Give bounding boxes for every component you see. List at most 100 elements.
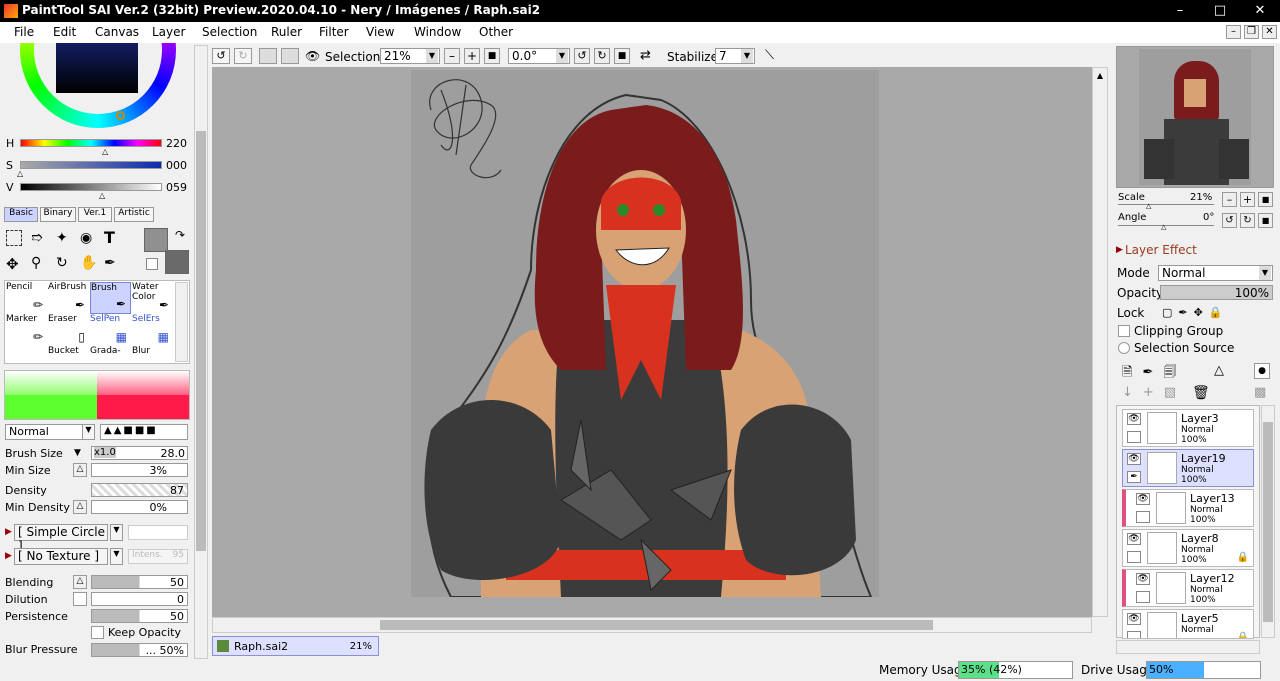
tab-basic[interactable]: Basic bbox=[4, 207, 38, 222]
brush-size-slider[interactable]: x1.0 28.0 bbox=[91, 446, 188, 460]
texture-chevron-down-icon[interactable]: ▼ bbox=[110, 548, 123, 565]
sv-square[interactable] bbox=[56, 43, 138, 93]
visibility-eye-icon[interactable]: 👁 bbox=[1127, 413, 1141, 425]
layer-opacity-slider[interactable]: 100% bbox=[1160, 285, 1273, 300]
paint-target-icon[interactable]: ✒ bbox=[1127, 471, 1141, 483]
shape-tool-icon[interactable]: ◉ bbox=[80, 230, 96, 246]
saturation-slider[interactable] bbox=[20, 161, 162, 169]
marker-tool[interactable]: Marker ✏ bbox=[6, 314, 47, 346]
left-panel-scrollbar[interactable] bbox=[194, 45, 208, 659]
layer-mask-icon[interactable]: ● bbox=[1254, 363, 1270, 379]
color-wheel[interactable] bbox=[20, 43, 176, 128]
hue-slider[interactable] bbox=[20, 139, 162, 147]
mdi-close-button[interactable]: ✕ bbox=[1262, 25, 1277, 39]
layer-row-layer8[interactable]: 👁 Layer8 Normal 100% 🔒 bbox=[1122, 529, 1254, 567]
zoom-select[interactable]: 21% ▼ bbox=[380, 48, 440, 64]
pressure-icon[interactable]: △ bbox=[73, 463, 87, 477]
brush-tool[interactable]: Brush ✒ bbox=[90, 282, 131, 314]
rotate-reset-button[interactable]: ■ bbox=[614, 48, 630, 64]
transparent-color-icon[interactable] bbox=[146, 258, 158, 270]
lock-icons[interactable]: ▢✒✥🔒 bbox=[1162, 306, 1229, 319]
pencil-tool[interactable]: Pencil ✏ bbox=[6, 282, 47, 314]
expand-shape-icon[interactable]: ▶ bbox=[5, 527, 12, 537]
layer-lock-checkbox[interactable] bbox=[1127, 431, 1141, 443]
brush-shape-select[interactable]: [ Simple Circle ] bbox=[14, 524, 108, 553]
rect-select-icon[interactable] bbox=[6, 230, 22, 246]
blending-pressure-icon[interactable]: △ bbox=[73, 575, 87, 589]
tab-ver1[interactable]: Ver.1 bbox=[78, 207, 112, 222]
layer-action-icons[interactable]: 🗎✒🗐 bbox=[1122, 363, 1186, 385]
density-pressure-icon[interactable]: △ bbox=[73, 500, 87, 514]
scale-slider-handle[interactable]: △ bbox=[1146, 202, 1151, 210]
chevron-down-icon[interactable]: ▼ bbox=[82, 424, 95, 440]
stabilizer-select[interactable]: 7 ▼ bbox=[715, 48, 755, 64]
menu-filter[interactable]: Filter bbox=[319, 25, 349, 39]
layer-effect-label[interactable]: Layer Effect bbox=[1125, 243, 1197, 257]
menu-window[interactable]: Window bbox=[414, 25, 461, 39]
layer-row-layer19[interactable]: 👁 ✒ Layer19 Normal 100% bbox=[1122, 449, 1254, 487]
move-icon[interactable]: ✥ bbox=[6, 255, 22, 273]
s-value[interactable]: 000 bbox=[166, 159, 187, 172]
magic-wand-icon[interactable]: ✦ bbox=[56, 230, 72, 246]
minimize-button[interactable]: – bbox=[1160, 0, 1200, 22]
hue-slider-handle[interactable]: △ bbox=[102, 147, 108, 156]
value-slider-handle[interactable]: △ bbox=[99, 191, 105, 200]
flip-horizontal-icon[interactable]: ⇄ bbox=[640, 48, 651, 63]
zoom-reset-button[interactable]: ■ bbox=[484, 48, 500, 64]
scale-slider[interactable] bbox=[1118, 204, 1214, 205]
invert-selection-button[interactable] bbox=[281, 48, 299, 64]
menu-edit[interactable]: Edit bbox=[53, 25, 76, 39]
mdi-minimize-button[interactable]: – bbox=[1226, 25, 1241, 39]
dilution-slider[interactable]: 0 bbox=[91, 592, 188, 606]
visibility-eye-icon[interactable]: 👁 bbox=[1127, 613, 1141, 625]
shape-strength-field[interactable] bbox=[128, 525, 188, 540]
selection-source-radio[interactable] bbox=[1118, 342, 1130, 354]
tab-artistic[interactable]: Artistic bbox=[114, 207, 154, 222]
visibility-eye-icon[interactable]: 👁 bbox=[1136, 493, 1150, 505]
navigator-preview[interactable] bbox=[1116, 46, 1274, 188]
clipping-group-checkbox[interactable] bbox=[1118, 325, 1130, 337]
eyedropper-icon[interactable]: ✒ bbox=[104, 255, 120, 271]
selers-tool[interactable]: SelErs ▦ bbox=[132, 314, 173, 346]
layer-lock-checkbox[interactable] bbox=[1136, 511, 1150, 523]
layer-list-hscrollbar[interactable] bbox=[1116, 640, 1260, 654]
document-tab[interactable]: Raph.sai2 21% bbox=[212, 636, 379, 656]
canvas-viewport[interactable] bbox=[212, 67, 1092, 617]
menu-layer[interactable]: Layer bbox=[152, 25, 185, 39]
keep-opacity-checkbox[interactable] bbox=[91, 626, 104, 639]
selpen-tool[interactable]: SelPen ▦ bbox=[90, 314, 131, 346]
menu-view[interactable]: View bbox=[366, 25, 394, 39]
foreground-color-swatch[interactable] bbox=[144, 228, 168, 252]
zoom-icon[interactable]: ⚲ bbox=[31, 255, 47, 271]
menu-file[interactable]: File bbox=[14, 25, 34, 39]
size-dropdown-icon[interactable]: ▼ bbox=[74, 448, 81, 458]
layer-row-layer13[interactable]: 👁 Layer13 Normal 100% bbox=[1122, 489, 1254, 527]
layer-lock-checkbox[interactable] bbox=[1127, 551, 1141, 563]
layer-row-layer3[interactable]: 👁 Layer3 Normal 100% bbox=[1122, 409, 1254, 447]
text-tool-icon[interactable]: T bbox=[104, 228, 120, 247]
canvas-document[interactable] bbox=[411, 70, 879, 598]
rotate-left-button[interactable]: ↺ bbox=[574, 48, 590, 64]
rotate-icon[interactable]: ↻ bbox=[56, 255, 72, 271]
undo-button[interactable]: ↺ bbox=[212, 48, 230, 64]
layer-mode-select[interactable]: Normal ▼ bbox=[1158, 265, 1273, 281]
nav-zoom-reset-button[interactable]: ■ bbox=[1258, 192, 1273, 207]
expand-layer-effect-icon[interactable]: ▶ bbox=[1116, 245, 1123, 255]
airbrush-tool[interactable]: AirBrush ✒ bbox=[48, 282, 89, 314]
watercolor-tool[interactable]: Water Color ✒ bbox=[132, 282, 173, 314]
new-vector-layer-icon[interactable]: △ bbox=[1214, 363, 1224, 378]
background-color-swatch[interactable] bbox=[165, 250, 189, 274]
tool-grid-scrollbar[interactable] bbox=[175, 282, 188, 362]
visibility-eye-icon[interactable]: 👁 bbox=[1136, 573, 1150, 585]
layer-row-layer5[interactable]: 👁 Layer5 Normal 🔒 bbox=[1122, 609, 1254, 639]
hue-marker[interactable] bbox=[116, 111, 125, 120]
gradation-tool[interactable]: Grada- bbox=[90, 346, 131, 362]
nav-zoom-out-button[interactable]: – bbox=[1222, 192, 1237, 207]
saturation-slider-handle[interactable]: △ bbox=[17, 169, 23, 178]
menu-canvas[interactable]: Canvas bbox=[95, 25, 139, 39]
tab-binary[interactable]: Binary bbox=[40, 207, 76, 222]
maximize-button[interactable]: □ bbox=[1200, 0, 1240, 22]
layer-list-scrollbar[interactable] bbox=[1261, 405, 1275, 638]
menu-other[interactable]: Other bbox=[479, 25, 513, 39]
dilution-checkbox[interactable] bbox=[73, 592, 87, 606]
